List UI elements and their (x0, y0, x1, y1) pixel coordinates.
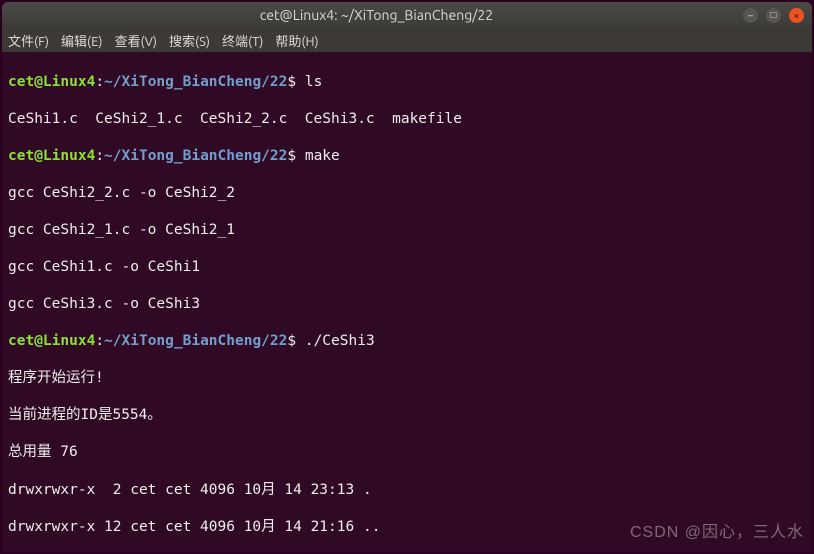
menu-file[interactable]: 文件(F) (8, 31, 49, 50)
command-ls: ls (305, 74, 322, 90)
make-output-2: gcc CeShi1.c -o CeShi1 (8, 258, 806, 277)
menu-edit[interactable]: 编辑(E) (61, 31, 102, 50)
menu-search[interactable]: 搜索(S) (169, 31, 210, 50)
command-run: ./CeShi3 (305, 333, 375, 349)
prompt-colon: : (95, 74, 104, 90)
window-title: cet@Linux4: ~/XiTong_BianCheng/22 (10, 7, 743, 23)
command-make: make (305, 148, 340, 164)
prompt-line-2: cet@Linux4:~/XiTong_BianCheng/22$ make (8, 147, 806, 166)
prompt-symbol: $ (287, 74, 304, 90)
maximize-button[interactable]: □ (766, 8, 781, 23)
menu-help[interactable]: 帮助(H) (275, 31, 318, 50)
close-button[interactable]: × (789, 8, 804, 23)
prompt-line-3: cet@Linux4:~/XiTong_BianCheng/22$ ./CeSh… (8, 332, 806, 351)
window-buttons: – □ × (743, 8, 804, 23)
run-output-0: 程序开始运行! (8, 369, 806, 388)
prompt-line-1: cet@Linux4:~/XiTong_BianCheng/22$ ls (8, 73, 806, 92)
minimize-button[interactable]: – (743, 8, 758, 23)
make-output-3: gcc CeShi3.c -o CeShi3 (8, 295, 806, 314)
prompt-user: cet@Linux4 (8, 74, 95, 90)
prompt-path: ~/XiTong_BianCheng/22 (104, 74, 287, 90)
run-output-1: 当前进程的ID是5554。 (8, 406, 806, 425)
menu-terminal[interactable]: 终端(T) (222, 31, 263, 50)
make-output-1: gcc CeShi2_1.c -o CeShi2_1 (8, 221, 806, 240)
ls-output: CeShi1.c CeShi2_1.c CeShi2_2.c CeShi3.c … (8, 110, 806, 129)
make-output-0: gcc CeShi2_2.c -o CeShi2_2 (8, 184, 806, 203)
watermark: CSDN @因心，三人水 (630, 518, 804, 542)
menu-bar[interactable]: 文件(F) 编辑(E) 查看(V) 搜索(S) 终端(T) 帮助(H) (2, 28, 812, 52)
title-bar[interactable]: cet@Linux4: ~/XiTong_BianCheng/22 – □ × (2, 2, 812, 28)
menu-view[interactable]: 查看(V) (115, 31, 157, 50)
terminal-window: cet@Linux4: ~/XiTong_BianCheng/22 – □ × … (2, 2, 812, 552)
run-output-3: drwxrwxr-x 2 cet cet 4096 10月 14 23:13 . (8, 481, 806, 500)
terminal-body[interactable]: cet@Linux4:~/XiTong_BianCheng/22$ ls CeS… (2, 52, 812, 552)
run-output-2: 总用量 76 (8, 443, 806, 462)
